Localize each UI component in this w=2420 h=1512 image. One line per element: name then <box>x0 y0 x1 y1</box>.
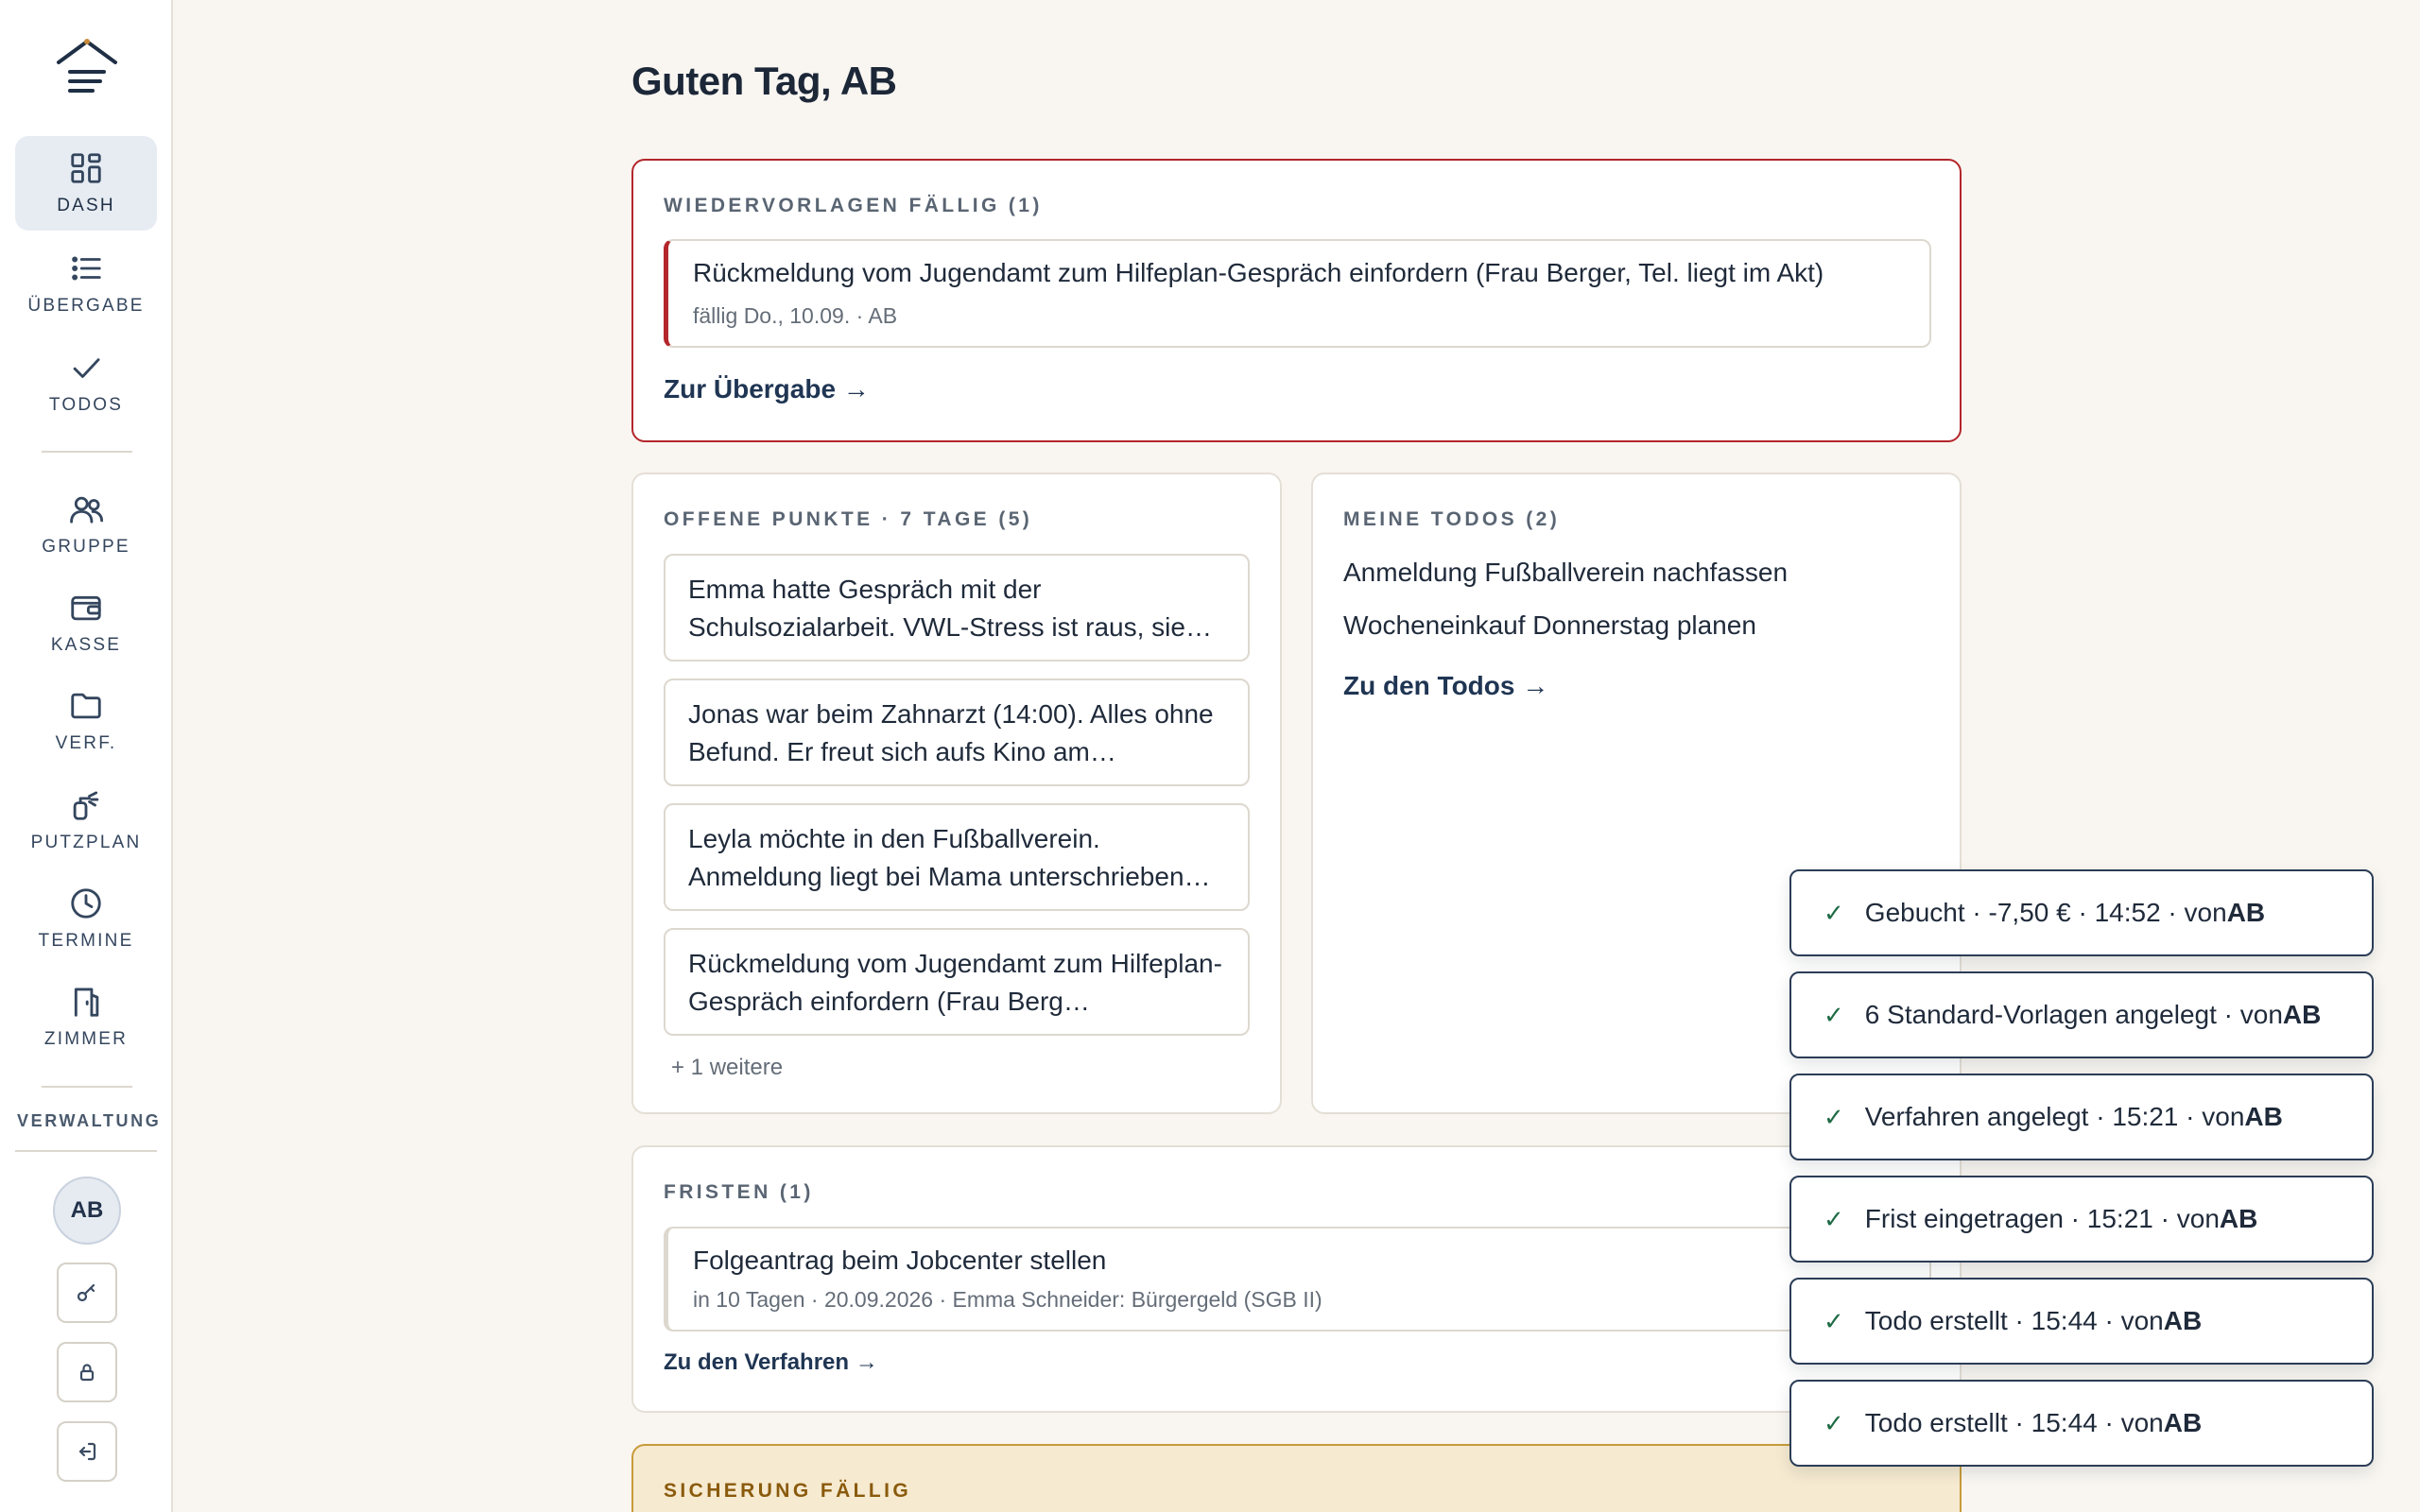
dashboard-icon <box>71 153 101 183</box>
nav-item-zimmer[interactable]: ZIMMER <box>15 970 157 1064</box>
check-icon: ✓ <box>1824 1408 1844 1437</box>
offene-punkte-card: OFFENE PUNKTE · 7 TAGE (5) Emma hatte Ge… <box>631 472 1282 1114</box>
sidebar: DASH ÜBERGABE TODOS GRUPPE KASSE VERF. P… <box>0 0 173 1512</box>
check-icon <box>73 358 100 378</box>
check-icon: ✓ <box>1824 898 1844 927</box>
folder-icon <box>71 693 101 719</box>
nav-label: DASH <box>57 196 115 215</box>
list-item[interactable]: Jonas war beim Zahnarzt (14:00). Alles o… <box>664 679 1250 786</box>
toast-user: AB <box>2282 1000 2322 1029</box>
spray-icon <box>73 791 99 820</box>
nav-item-putzplan[interactable]: PUTZPLAN <box>15 773 157 868</box>
nav-label: GRUPPE <box>42 537 130 557</box>
toast-text: Verfahren angelegt · 15:21 · von <box>1864 1102 2245 1131</box>
toast-text: Todo erstellt · 15:44 · von <box>1864 1306 2164 1335</box>
toast-text: 6 Standard-Vorlagen angelegt · von <box>1864 1000 2283 1029</box>
entry-meta: fällig Do., 10.09. · AB <box>693 303 898 328</box>
sidebar-divider <box>42 1086 132 1088</box>
toast-text: Gebucht · -7,50 € · 14:52 · von <box>1864 898 2227 927</box>
check-icon: ✓ <box>1824 1306 1844 1335</box>
toast-notification[interactable]: ✓ Gebucht · -7,50 € · 14:52 · von AB <box>1789 869 2374 956</box>
zur-uebergabe-link[interactable]: Zur Übergabe → <box>664 374 870 404</box>
entry-title: Rückmeldung vom Jugendamt zum Hilfeplan-… <box>693 258 1824 287</box>
nav-label: ÜBERGABE <box>27 296 145 316</box>
todo-item[interactable]: Anmeldung Fußballverein nachfassen <box>1343 558 1788 588</box>
lock-button[interactable] <box>57 1342 117 1402</box>
entry-title: Folgeantrag beim Jobcenter stellen <box>693 1246 1107 1275</box>
card-title: SICHERUNG FÄLLIG <box>664 1480 912 1502</box>
check-icon: ✓ <box>1824 1000 1844 1029</box>
nav-item-uebergabe[interactable]: ÜBERGABE <box>15 236 157 331</box>
toast-notification[interactable]: ✓ Frist eingetragen · 15:21 · von AB <box>1789 1176 2374 1263</box>
card-title: OFFENE PUNKTE · 7 TAGE (5) <box>664 508 1033 530</box>
list-item[interactable]: Leyla möchte in den Fußballverein. Anmel… <box>664 803 1250 911</box>
toast-user: AB <box>2244 1102 2283 1131</box>
sidebar-divider <box>42 451 132 453</box>
nav-item-gruppe[interactable]: GRUPPE <box>15 477 157 572</box>
nav-item-kasse[interactable]: KASSE <box>15 576 157 670</box>
zu-den-todos-link[interactable]: Zu den Todos → <box>1343 671 1548 701</box>
toast-user: AB <box>2163 1306 2203 1335</box>
sidebar-divider <box>15 1150 157 1152</box>
nav-label: ZIMMER <box>43 1029 129 1049</box>
nav-label: KASSE <box>50 635 122 655</box>
more-items-label[interactable]: + 1 weitere <box>671 1055 783 1081</box>
nav-item-termine[interactable]: TERMINE <box>15 871 157 966</box>
fristen-card: FRISTEN (1) Folgeantrag beim Jobcenter s… <box>631 1145 1962 1413</box>
nav-item-dash[interactable]: DASH <box>15 136 157 231</box>
nav-label: VERF. <box>55 733 117 753</box>
card-title: MEINE TODOS (2) <box>1343 508 1561 530</box>
list-item-text: Leyla möchte in den Fußballverein. Anmel… <box>688 824 1211 891</box>
nav-label: PUTZPLAN <box>30 833 142 852</box>
key-icon <box>77 1283 95 1302</box>
list-item[interactable]: Emma hatte Gespräch mit der Schulsoziala… <box>664 554 1250 662</box>
clock-icon <box>71 888 101 919</box>
door-icon <box>74 988 99 1017</box>
list-item[interactable]: Rückmeldung vom Jugendamt zum Hilfeplan-… <box>664 928 1250 1036</box>
toast-user: AB <box>2219 1204 2258 1233</box>
toast-notification[interactable]: ✓ Verfahren angelegt · 15:21 · von AB <box>1789 1074 2374 1160</box>
section-label-verwaltung: VERWALTUNG <box>17 1111 159 1130</box>
list-icon <box>72 256 101 281</box>
toast-notification[interactable]: ✓ Todo erstellt · 15:44 · von AB <box>1789 1278 2374 1365</box>
nav-item-todos[interactable]: TODOS <box>15 335 157 430</box>
wallet-icon <box>71 595 101 621</box>
list-item-text: Jonas war beim Zahnarzt (14:00). Alles o… <box>688 699 1214 766</box>
nav-item-verfahren[interactable]: VERF. <box>15 674 157 768</box>
nav-label: TERMINE <box>38 931 134 951</box>
toast-notification[interactable]: ✓ Todo erstellt · 15:44 · von AB <box>1789 1380 2374 1467</box>
toast-text: Frist eingetragen · 15:21 · von <box>1864 1204 2220 1233</box>
users-icon <box>70 496 104 524</box>
toast-user: AB <box>2163 1408 2203 1437</box>
logout-icon <box>78 1442 96 1461</box>
page-title: Guten Tag, AB <box>631 59 897 103</box>
wiedervorlage-entry[interactable]: Rückmeldung vom Jugendamt zum Hilfeplan-… <box>664 239 1931 348</box>
entry-meta: in 10 Tagen · 20.09.2026 · Emma Schneide… <box>693 1287 1322 1312</box>
toast-user: AB <box>2226 898 2266 927</box>
frist-entry[interactable]: Folgeantrag beim Jobcenter stellen in 10… <box>664 1227 1931 1332</box>
zu-den-verfahren-link[interactable]: Zu den Verfahren → <box>664 1349 878 1376</box>
card-title: WIEDERVORLAGEN FÄLLIG (1) <box>664 195 1043 216</box>
list-item-text: Rückmeldung vom Jugendamt zum Hilfeplan-… <box>688 949 1222 1016</box>
todo-item[interactable]: Wocheneinkauf Donnerstag planen <box>1343 610 1756 641</box>
card-title: FRISTEN (1) <box>664 1181 814 1203</box>
home-logo-icon[interactable] <box>53 34 121 100</box>
toast-notification[interactable]: ✓ 6 Standard-Vorlagen angelegt · von AB <box>1789 971 2374 1058</box>
avatar[interactable]: AB <box>53 1177 121 1245</box>
key-button[interactable] <box>57 1263 117 1323</box>
toast-text: Todo erstellt · 15:44 · von <box>1864 1408 2164 1437</box>
check-icon: ✓ <box>1824 1204 1844 1233</box>
check-icon: ✓ <box>1824 1102 1844 1131</box>
lock-icon <box>79 1364 95 1382</box>
sicherung-card: SICHERUNG FÄLLIG <box>631 1444 1962 1512</box>
logout-button[interactable] <box>57 1421 117 1482</box>
wiedervorlagen-card: WIEDERVORLAGEN FÄLLIG (1) Rückmeldung vo… <box>631 159 1962 442</box>
list-item-text: Emma hatte Gespräch mit der Schulsoziala… <box>688 575 1212 642</box>
nav-label: TODOS <box>48 395 124 415</box>
